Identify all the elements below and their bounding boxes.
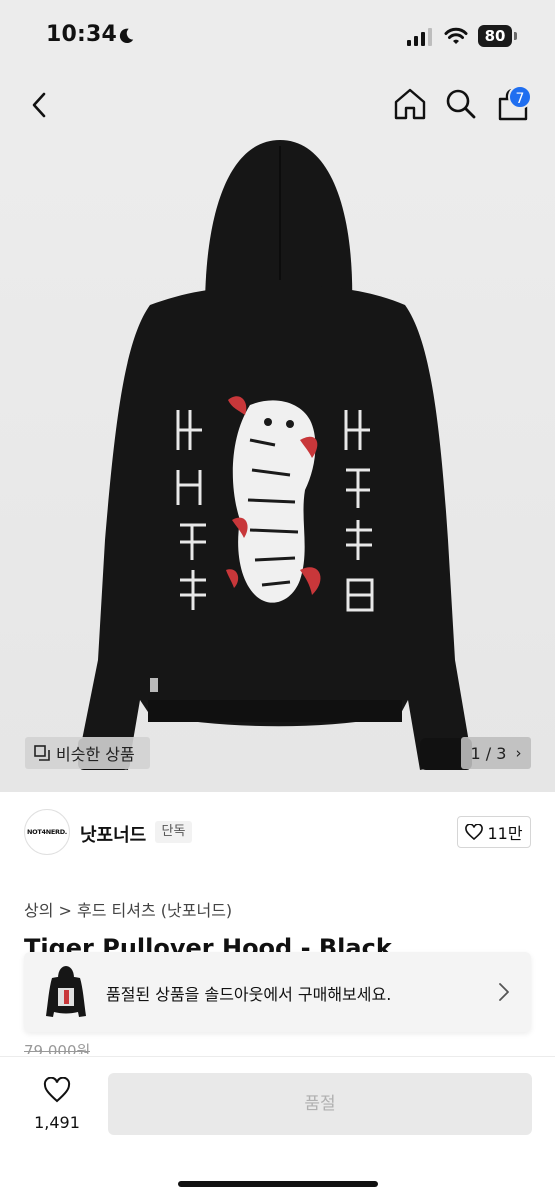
status-bar: 10:34 80 — [0, 0, 555, 70]
brand-like-count: 11만 — [487, 824, 523, 843]
similar-products-icon — [34, 745, 50, 761]
wifi-icon — [444, 27, 468, 44]
moon-icon — [119, 28, 134, 44]
status-time: 10:34 — [46, 22, 118, 47]
soldout-banner[interactable]: 품절된 상품을 솔드아웃에서 구매해보세요. — [24, 952, 531, 1032]
category-breadcrumb[interactable]: 상의 > 후드 티셔츠 (낫포너드) — [24, 897, 232, 921]
soldout-banner-text: 품절된 상품을 솔드아웃에서 구매해보세요. — [106, 985, 392, 1004]
home-button[interactable] — [393, 87, 427, 121]
back-button[interactable] — [28, 90, 52, 120]
brand-like-button[interactable]: 11만 — [457, 816, 531, 848]
brand-logo-text: NOT4NERD. — [27, 828, 67, 836]
similar-products-label: 비슷한 상품 — [56, 745, 135, 764]
chevron-right-icon — [499, 983, 509, 1001]
exclusive-badge: 단독 — [155, 821, 192, 843]
bottom-action-bar: 1,491 품절 — [0, 1056, 555, 1200]
wishlist-count: 1,491 — [34, 1113, 80, 1132]
search-button[interactable] — [445, 88, 477, 120]
home-indicator — [178, 1181, 378, 1187]
image-pager-text: 1 / 3 — [470, 743, 507, 763]
battery-tip — [514, 32, 517, 40]
signal-icon — [407, 28, 432, 46]
product-thumbnail — [36, 962, 96, 1022]
battery-level: 80 — [484, 27, 506, 45]
battery-icon: 80 — [478, 25, 518, 47]
original-price: 79,000원 — [24, 1042, 91, 1054]
soldout-button[interactable]: 품절 — [108, 1073, 532, 1135]
hoodie-image — [78, 140, 472, 770]
brand-row: NOT4NERD. 낫포너드 단독 11만 — [0, 793, 555, 873]
heart-icon — [465, 824, 484, 840]
brand-logo[interactable]: NOT4NERD. — [24, 809, 70, 855]
nav-bar — [0, 70, 555, 140]
product-image-carousel[interactable] — [0, 140, 555, 792]
heart-icon — [43, 1077, 71, 1103]
brand-name[interactable]: 낫포너드 — [80, 821, 146, 847]
image-pager[interactable]: 1 / 3 › — [461, 737, 531, 769]
similar-products-button[interactable]: 비슷한 상품 — [25, 737, 150, 769]
chevron-right-icon: › — [515, 744, 522, 762]
cart-count-badge: 7 — [508, 85, 532, 109]
wishlist-button[interactable]: 1,491 — [24, 1073, 90, 1143]
